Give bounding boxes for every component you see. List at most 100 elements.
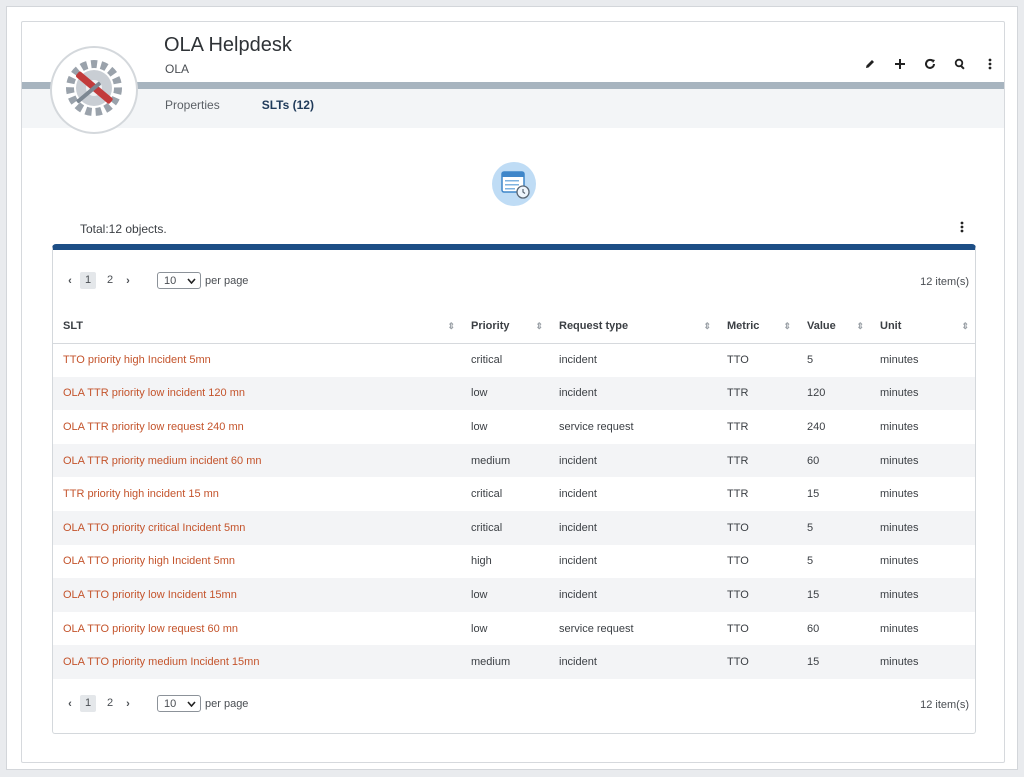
metric-cell: TTR xyxy=(717,410,797,444)
page-1[interactable]: 1 xyxy=(80,272,96,289)
next-page-icon[interactable]: › xyxy=(121,698,135,710)
priority-cell: critical xyxy=(461,477,549,511)
item-count-bottom: 12 item(s) xyxy=(920,699,969,711)
table-header-row: SLT ⇕ Priority ⇕ Request type ⇕ Metric ⇕ Val… xyxy=(53,310,975,344)
tab-properties[interactable]: Properties xyxy=(165,98,220,112)
unit-cell: minutes xyxy=(870,544,975,579)
unit-cell: minutes xyxy=(870,578,975,612)
request-type-cell: service request xyxy=(549,611,717,646)
column-header-metric[interactable]: Metric ⇕ xyxy=(717,310,797,344)
edit-icon[interactable] xyxy=(862,56,878,72)
slt-link[interactable]: OLA TTR priority low request 240 mn xyxy=(53,410,461,444)
slt-link[interactable]: OLA TTO priority low Incident 15mn xyxy=(53,578,461,612)
per-page-label: per page xyxy=(205,697,249,710)
sort-icon: ⇕ xyxy=(783,321,791,331)
page-2[interactable]: 2 xyxy=(102,695,118,712)
tab-slts[interactable]: SLTs (12) xyxy=(262,98,314,112)
unit-cell: minutes xyxy=(870,376,975,411)
request-type-cell: incident xyxy=(549,578,717,612)
page-title: OLA Helpdesk xyxy=(164,34,292,56)
metric-cell: TTR xyxy=(717,376,797,411)
table-row: OLA TTR priority low request 240 mn low … xyxy=(53,410,975,444)
value-cell: 15 xyxy=(797,578,870,612)
value-cell: 15 xyxy=(797,477,870,511)
priority-cell: low xyxy=(461,376,549,411)
priority-cell: low xyxy=(461,578,549,612)
slt-link[interactable]: OLA TTO priority high Incident 5mn xyxy=(53,544,461,579)
metric-cell: TTO xyxy=(717,578,797,612)
table-row: TTO priority high Incident 5mn critical … xyxy=(53,343,975,377)
search-icon[interactable] xyxy=(952,56,968,72)
slt-link[interactable]: OLA TTO priority low request 60 mn xyxy=(53,611,461,646)
table-row: OLA TTO priority medium Incident 15mn me… xyxy=(53,645,975,679)
app-window: OLA Helpdesk OLA Properties SLTs (12) To… xyxy=(6,6,1018,770)
value-cell: 120 xyxy=(797,376,870,411)
pagination-top: ‹ 1 2 › 10 per page xyxy=(63,272,248,289)
object-class-label: OLA xyxy=(165,62,190,76)
next-page-icon[interactable]: › xyxy=(121,275,135,287)
unit-cell: minutes xyxy=(870,477,975,511)
value-cell: 60 xyxy=(797,611,870,646)
slt-link[interactable]: OLA TTR priority medium incident 60 mn xyxy=(53,443,461,478)
column-header-priority[interactable]: Priority ⇕ xyxy=(461,310,549,344)
table-row: OLA TTO priority high Incident 5mn high … xyxy=(53,544,975,579)
tab-bar: Properties SLTs (12) xyxy=(165,98,314,112)
unit-cell: minutes xyxy=(870,510,975,545)
add-icon[interactable] xyxy=(892,56,908,72)
slt-link[interactable]: TTR priority high incident 15 mn xyxy=(53,477,461,511)
page-2[interactable]: 2 xyxy=(102,272,118,289)
slt-link[interactable]: OLA TTR priority low incident 120 mn xyxy=(53,376,461,411)
slt-link[interactable]: OLA TTO priority medium Incident 15mn xyxy=(53,645,461,679)
priority-cell: low xyxy=(461,611,549,646)
value-cell: 240 xyxy=(797,410,870,444)
helpdesk-tools-logo xyxy=(50,46,138,134)
sort-icon: ⇕ xyxy=(856,321,864,331)
item-count-top: 12 item(s) xyxy=(920,276,969,288)
priority-cell: high xyxy=(461,544,549,579)
unit-cell: minutes xyxy=(870,410,975,444)
request-type-cell: service request xyxy=(549,410,717,444)
metric-cell: TTO xyxy=(717,510,797,545)
page-1[interactable]: 1 xyxy=(80,695,96,712)
value-cell: 60 xyxy=(797,443,870,478)
value-cell: 5 xyxy=(797,510,870,545)
slt-list: ‹ 1 2 › 10 per page 12 item(s) SLT ⇕ Prio… xyxy=(52,244,976,734)
request-type-cell: incident xyxy=(549,477,717,511)
unit-cell: minutes xyxy=(870,443,975,478)
slt-link[interactable]: OLA TTO priority critical Incident 5mn xyxy=(53,510,461,545)
table-row: OLA TTO priority low Incident 15mn low i… xyxy=(53,578,975,612)
refresh-icon[interactable] xyxy=(922,56,938,72)
slt-link[interactable]: TTO priority high Incident 5mn xyxy=(53,343,461,377)
column-header-unit[interactable]: Unit ⇕ xyxy=(870,310,975,344)
column-header-value[interactable]: Value ⇕ xyxy=(797,310,870,344)
table-row: OLA TTR priority medium incident 60 mn m… xyxy=(53,443,975,478)
value-cell: 5 xyxy=(797,544,870,579)
value-cell: 5 xyxy=(797,343,870,377)
value-cell: 15 xyxy=(797,645,870,679)
column-header-slt[interactable]: SLT ⇕ xyxy=(53,310,461,344)
table-row: OLA TTO priority low request 60 mn low s… xyxy=(53,611,975,646)
metric-cell: TTR xyxy=(717,443,797,478)
prev-page-icon[interactable]: ‹ xyxy=(63,275,77,287)
prev-page-icon[interactable]: ‹ xyxy=(63,698,77,710)
total-objects-label: Total:12 objects. xyxy=(80,222,167,236)
table-row: OLA TTR priority low incident 120 mn low… xyxy=(53,376,975,411)
column-header-request-type[interactable]: Request type ⇕ xyxy=(549,310,717,344)
list-menu-icon[interactable] xyxy=(960,220,964,238)
request-type-cell: incident xyxy=(549,376,717,411)
chevron-down-icon xyxy=(187,700,196,707)
sort-icon: ⇕ xyxy=(961,321,969,331)
per-page-select[interactable]: 10 xyxy=(157,695,201,712)
pagination-bottom: ‹ 1 2 › 10 per page xyxy=(63,695,248,712)
sort-icon: ⇕ xyxy=(535,321,543,331)
more-options-icon[interactable] xyxy=(982,56,998,72)
sort-icon: ⇕ xyxy=(447,321,455,331)
header-actions xyxy=(862,56,998,72)
table-row: OLA TTO priority critical Incident 5mn c… xyxy=(53,510,975,545)
priority-cell: low xyxy=(461,410,549,444)
unit-cell: minutes xyxy=(870,343,975,377)
metric-cell: TTO xyxy=(717,544,797,579)
metric-cell: TTR xyxy=(717,477,797,511)
request-type-cell: incident xyxy=(549,544,717,579)
per-page-select[interactable]: 10 xyxy=(157,272,201,289)
